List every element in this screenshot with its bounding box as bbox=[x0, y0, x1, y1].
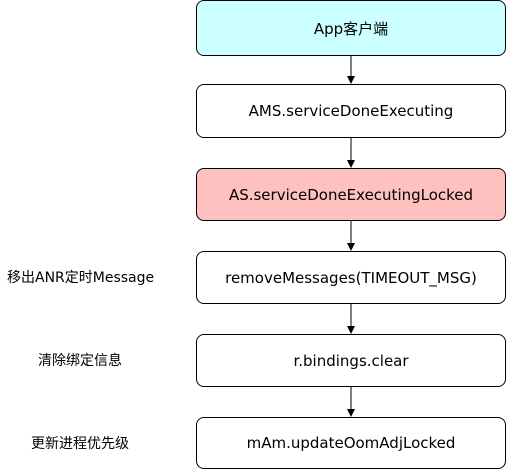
node-label: AS.serviceDoneExecutingLocked bbox=[228, 185, 474, 204]
node-as-service-done-executing-locked: AS.serviceDoneExecutingLocked bbox=[196, 168, 506, 221]
arrowhead-5 bbox=[347, 409, 355, 417]
arrowhead-1 bbox=[347, 76, 355, 84]
node-ams-service-done-executing: AMS.serviceDoneExecuting bbox=[196, 84, 506, 138]
node-bindings-clear: r.bindings.clear bbox=[196, 334, 506, 387]
arrowhead-3 bbox=[347, 243, 355, 251]
node-label: AMS.serviceDoneExecuting bbox=[248, 102, 454, 120]
arrowhead-2 bbox=[347, 160, 355, 168]
note-bindings-clear: 清除绑定信息 bbox=[38, 353, 122, 369]
node-label: App客户端 bbox=[313, 19, 389, 38]
node-label: r.bindings.clear bbox=[293, 351, 409, 370]
note-remove-messages: 移出ANR定时Message bbox=[7, 270, 155, 286]
node-update-oom-adj-locked: mAm.updateOomAdjLocked bbox=[196, 417, 506, 469]
note-update-oom-adj: 更新进程优先级 bbox=[31, 436, 129, 452]
arrowhead-4 bbox=[347, 326, 355, 334]
node-label: removeMessages(TIMEOUT_MSG) bbox=[225, 268, 477, 287]
node-remove-messages: removeMessages(TIMEOUT_MSG) bbox=[196, 251, 506, 304]
flow-arrows bbox=[347, 56, 355, 417]
node-app-client: App客户端 bbox=[196, 0, 506, 56]
node-label: mAm.updateOomAdjLocked bbox=[246, 434, 456, 452]
